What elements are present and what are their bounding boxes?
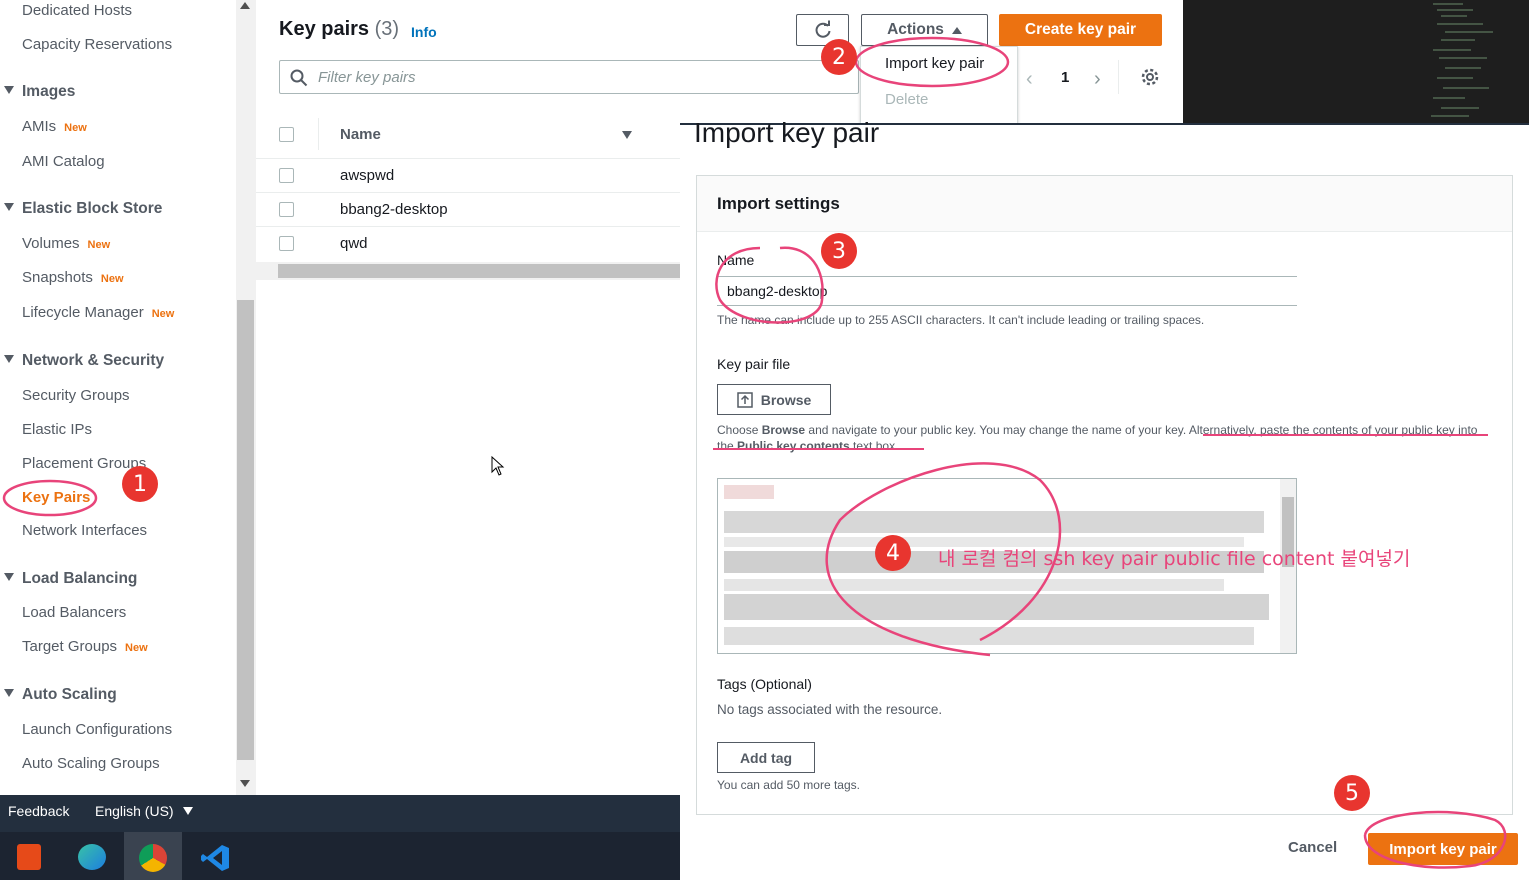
annotation-circle-key-pairs [2,479,98,517]
annotation-circle-name [715,246,824,324]
annotation-number-5: 5 [1334,775,1370,811]
annotation-number-1: 1 [122,466,158,502]
annotation-number-2: 2 [821,39,857,75]
annotation-circle-import [854,36,1010,88]
annotation-number-4: 4 [875,535,911,571]
annotation-circle-import-button [1363,810,1507,869]
annotation-overlay [2,36,1507,869]
annotation-number-3: 3 [821,233,857,269]
annotation-note: 내 로컬 컴의 ssh key pair public file content… [938,548,1411,570]
